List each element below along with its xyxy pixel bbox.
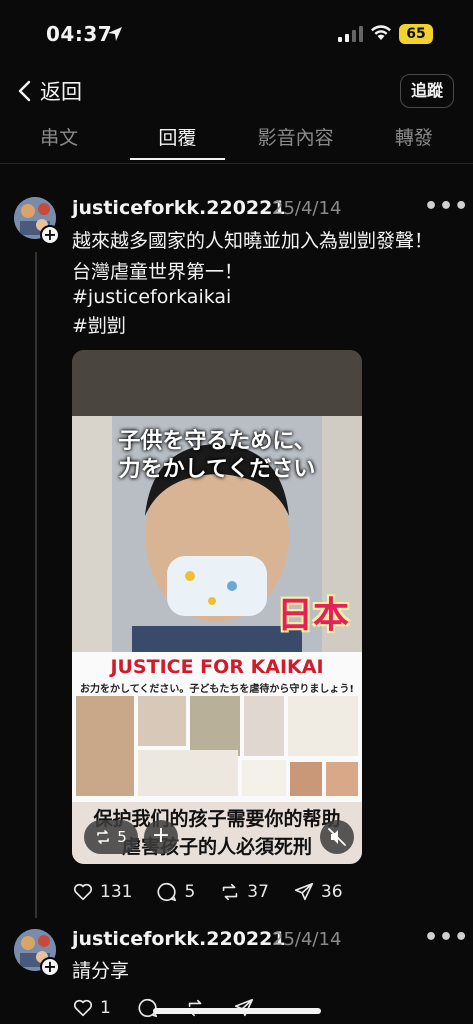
heart-icon bbox=[73, 883, 93, 901]
country-tag: 日本 bbox=[277, 595, 350, 636]
video-repost-button[interactable]: 5 bbox=[84, 820, 138, 854]
video-repost-count: 5 bbox=[117, 828, 127, 846]
video-add-button[interactable]: + bbox=[144, 820, 178, 854]
chevron-left-icon bbox=[18, 80, 31, 102]
post-date: 25/4/14 bbox=[272, 198, 342, 219]
follow-button[interactable]: 追蹤 bbox=[400, 74, 454, 108]
video-blur-top bbox=[72, 350, 362, 416]
like-count: 1 bbox=[100, 998, 111, 1018]
caption-line: 力をかしてください bbox=[118, 457, 316, 482]
post-username[interactable]: justiceforkk.220221 bbox=[72, 197, 286, 219]
share-count: 36 bbox=[320, 882, 343, 902]
send-icon bbox=[294, 882, 313, 901]
comment-button[interactable]: 5 bbox=[156, 881, 195, 903]
share-button[interactable]: 36 bbox=[293, 881, 343, 903]
repost-icon bbox=[97, 830, 110, 844]
tab-divider bbox=[0, 163, 473, 164]
poster-title: JUSTICE FOR KAIKAI bbox=[110, 656, 324, 678]
repost-icon bbox=[223, 883, 238, 901]
post-username[interactable]: justiceforkk.220221 bbox=[72, 928, 286, 950]
post-text-line: 請分享 bbox=[72, 960, 130, 982]
repost-button[interactable]: 37 bbox=[219, 881, 269, 903]
repost-count: 37 bbox=[247, 882, 269, 902]
speaker-muted-icon bbox=[328, 828, 346, 846]
more-options-icon[interactable]: ••• bbox=[424, 925, 469, 950]
poster-collage bbox=[76, 696, 358, 796]
comment-icon bbox=[157, 882, 177, 902]
follow-plus-icon[interactable]: + bbox=[40, 225, 60, 245]
tab-media[interactable]: 影音內容 bbox=[237, 118, 355, 162]
post-text-line: 越來越多國家的人知曉並加入為剴剴發聲！ bbox=[72, 230, 434, 252]
like-button[interactable]: 1 bbox=[72, 997, 111, 1019]
mute-button[interactable] bbox=[320, 820, 354, 854]
caption-line: 子供を守るために、 bbox=[118, 429, 316, 454]
comment-count: 5 bbox=[184, 882, 196, 902]
tab-threads[interactable]: 串文 bbox=[0, 118, 118, 162]
status-time: 04:37 bbox=[46, 22, 113, 46]
post-date: 25/4/14 bbox=[272, 929, 342, 950]
video-caption: 子供を守るために、 力をかしてください bbox=[72, 428, 362, 484]
thread-line bbox=[35, 252, 37, 918]
heart-icon bbox=[73, 999, 93, 1017]
home-indicator[interactable] bbox=[153, 1008, 321, 1014]
like-count: 131 bbox=[100, 882, 133, 902]
like-button[interactable]: 131 bbox=[72, 881, 132, 903]
profile-tabs: 串文 回覆 影音內容 轉發 bbox=[0, 118, 473, 162]
hashtag-link[interactable]: #剴剴 bbox=[72, 311, 126, 342]
tab-reposts[interactable]: 轉發 bbox=[355, 118, 473, 162]
tab-replies[interactable]: 回覆 bbox=[118, 118, 236, 162]
follow-plus-icon[interactable]: + bbox=[40, 957, 60, 977]
more-options-icon[interactable]: ••• bbox=[424, 194, 469, 219]
battery-indicator: 65 bbox=[399, 24, 433, 44]
location-arrow-icon bbox=[108, 27, 122, 41]
back-button[interactable]: 返回 bbox=[16, 76, 82, 106]
cellular-signal-icon bbox=[338, 26, 363, 42]
hashtag-link[interactable]: #justiceforkaikai bbox=[72, 282, 231, 313]
poster-image: JUSTICE FOR KAIKAI お力をかしてください。子どもたちを虐待から… bbox=[72, 652, 362, 802]
back-label: 返回 bbox=[40, 80, 82, 104]
post-video[interactable]: 子供を守るために、 力をかしてください 日本 JUSTICE FOR KAIKA… bbox=[72, 350, 362, 864]
post-actions: 131 5 37 36 bbox=[72, 881, 343, 903]
wifi-icon bbox=[371, 25, 391, 40]
